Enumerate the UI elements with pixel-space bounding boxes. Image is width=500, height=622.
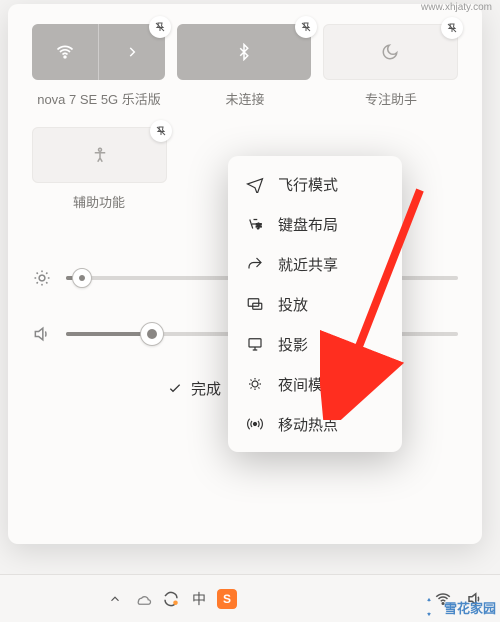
svg-text:字: 字 bbox=[256, 223, 262, 231]
bluetooth-tile[interactable] bbox=[177, 24, 310, 80]
project-icon bbox=[246, 335, 264, 353]
tray-chevron-icon[interactable] bbox=[104, 588, 126, 610]
watermark-url: www.xhjaty.com bbox=[421, 2, 492, 13]
sogou-ime-icon[interactable]: S bbox=[216, 588, 238, 610]
watermark: 雪花家园 bbox=[418, 596, 496, 618]
onedrive-icon[interactable] bbox=[132, 588, 154, 610]
moon-icon bbox=[381, 43, 399, 61]
tiles-row-1 bbox=[32, 24, 458, 80]
airplane-icon bbox=[246, 175, 264, 193]
unpin-icon[interactable] bbox=[295, 16, 317, 38]
labels-row-1: nova 7 SE 5G 乐活版 未连接 专注助手 bbox=[32, 86, 458, 109]
ime-icon[interactable]: 中 bbox=[188, 588, 210, 610]
cast-icon bbox=[246, 295, 264, 313]
done-label: 完成 bbox=[191, 378, 221, 399]
unpin-icon[interactable] bbox=[441, 17, 463, 39]
focus-assist-tile[interactable] bbox=[323, 24, 458, 80]
done-button[interactable]: 完成 bbox=[167, 378, 221, 399]
wifi-icon bbox=[55, 42, 75, 62]
unpin-icon[interactable] bbox=[149, 16, 171, 38]
brightness-icon bbox=[32, 268, 52, 288]
hotspot-icon bbox=[246, 415, 264, 433]
chevron-right-icon bbox=[125, 45, 139, 59]
wifi-tile[interactable] bbox=[32, 24, 165, 80]
accessibility-tile[interactable] bbox=[32, 127, 167, 183]
accessibility-icon bbox=[91, 146, 109, 164]
menu-nearby-share[interactable]: 就近共享 bbox=[234, 244, 396, 284]
wifi-label: nova 7 SE 5G 乐活版 bbox=[32, 86, 166, 109]
snowflake-icon bbox=[418, 596, 440, 618]
add-popup-menu: 飞行模式 字 键盘布局 就近共享 投放 投影 夜间模式 移动热点 bbox=[228, 156, 402, 452]
menu-project[interactable]: 投影 bbox=[234, 324, 396, 364]
menu-cast[interactable]: 投放 bbox=[234, 284, 396, 324]
bluetooth-icon bbox=[235, 43, 253, 61]
a11y-label: 辅助功能 bbox=[32, 189, 166, 212]
menu-mobile-hotspot[interactable]: 移动热点 bbox=[234, 404, 396, 444]
menu-airplane-mode[interactable]: 飞行模式 bbox=[234, 164, 396, 204]
volume-icon bbox=[32, 324, 52, 344]
unpin-icon[interactable] bbox=[150, 120, 172, 142]
sync-icon[interactable] bbox=[160, 588, 182, 610]
focus-label: 专注助手 bbox=[324, 86, 458, 109]
menu-night-light[interactable]: 夜间模式 bbox=[234, 364, 396, 404]
keyboard-icon: 字 bbox=[246, 215, 264, 233]
bt-label: 未连接 bbox=[178, 86, 312, 109]
share-icon bbox=[246, 255, 264, 273]
menu-keyboard-layout[interactable]: 字 键盘布局 bbox=[234, 204, 396, 244]
night-light-icon bbox=[246, 375, 264, 393]
